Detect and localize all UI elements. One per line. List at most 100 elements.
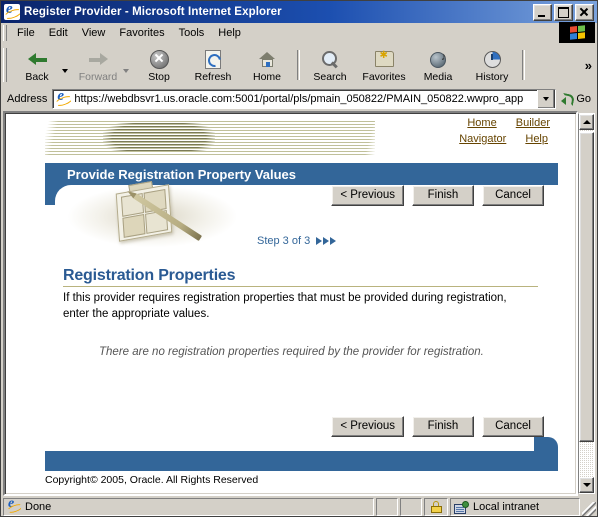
network-zone-icon (454, 500, 469, 514)
step-chevrons-icon (316, 237, 337, 245)
scroll-down-button[interactable] (579, 477, 594, 493)
back-arrow-icon (27, 49, 47, 70)
oracle-portal-page: Home Builder Navigator Help Provide Regi… (7, 115, 574, 492)
ie-icon (7, 500, 21, 514)
toolbar-grip-handle[interactable] (3, 48, 7, 82)
finish-button-top[interactable]: Finish (412, 185, 474, 206)
portal-header: Home Builder Navigator Help (45, 115, 564, 163)
refresh-button-label: Refresh (194, 70, 232, 83)
section-heading: Registration Properties (63, 267, 236, 284)
forward-button[interactable]: Forward (71, 46, 125, 85)
nav-link-help[interactable]: Help (525, 133, 548, 145)
title-bar: Register Provider - Microsoft Internet E… (1, 1, 597, 23)
ie-page-icon (55, 91, 71, 107)
menu-item-favorites[interactable]: Favorites (112, 25, 171, 41)
media-icon: ♪ (429, 49, 447, 70)
window-title: Register Provider - Microsoft Internet E… (24, 6, 282, 18)
home-icon (258, 49, 276, 70)
wizard-buttons-top: < Previous Finish Cancel (331, 185, 544, 206)
menu-item-help[interactable]: Help (211, 25, 248, 41)
toolbar-separator-end (522, 50, 525, 80)
oracle-logo (45, 121, 375, 155)
toolbar-overflow-icon[interactable]: » (582, 58, 597, 73)
cancel-button-top[interactable]: Cancel (482, 185, 544, 206)
page-viewport: Home Builder Navigator Help Provide Regi… (3, 111, 578, 496)
security-pane[interactable] (424, 498, 448, 516)
menu-item-view[interactable]: View (75, 25, 113, 41)
status-bar: Done Local intranet (1, 496, 597, 516)
wizard-header-row: < Previous Finish Cancel Step 3 of 3 (45, 180, 564, 257)
status-pane-extra (400, 498, 422, 516)
close-button[interactable] (575, 3, 594, 21)
back-button[interactable]: Back (10, 46, 64, 85)
scroll-up-button[interactable] (579, 114, 594, 130)
favorites-button[interactable]: Favorites (357, 46, 411, 85)
favorites-button-label: Favorites (362, 70, 406, 83)
address-dropdown-button[interactable] (537, 89, 556, 108)
triangle-down-icon (582, 483, 591, 487)
menu-item-tools[interactable]: Tools (172, 25, 212, 41)
forward-button-label: Forward (78, 70, 118, 83)
resize-grip[interactable] (582, 502, 596, 516)
section-description: If this provider requires registration p… (63, 292, 507, 320)
windows-flag-icon (559, 22, 595, 43)
window-controls (533, 3, 595, 21)
address-url-text: https://webdbsvr1.us.oracle.com:5001/por… (74, 92, 524, 105)
scrollbar-track[interactable] (579, 130, 594, 477)
menu-item-file[interactable]: File (10, 25, 42, 41)
refresh-button[interactable]: Refresh (186, 46, 240, 85)
page-title: Provide Registration Property Values (67, 166, 297, 182)
status-message-pane: Done (3, 498, 374, 516)
go-button[interactable]: Go (556, 92, 597, 105)
home-button-label: Home (252, 70, 281, 83)
menu-grip-handle[interactable] (3, 25, 7, 41)
media-button[interactable]: ♪ Media (411, 46, 465, 85)
status-pane-progress (376, 498, 398, 516)
previous-button-bottom[interactable]: < Previous (331, 416, 404, 437)
toolbar-separator (297, 50, 300, 80)
wizard-step-indicator: Step 3 of 3 (257, 235, 337, 247)
finish-button-bottom[interactable]: Finish (412, 416, 474, 437)
vertical-scrollbar[interactable] (578, 113, 595, 494)
forward-arrow-icon (88, 49, 108, 70)
nav-link-home[interactable]: Home (467, 117, 496, 129)
browser-window: Register Provider - Microsoft Internet E… (0, 0, 598, 517)
go-button-label: Go (576, 92, 591, 105)
search-button[interactable]: Search (303, 46, 357, 85)
previous-button-top[interactable]: < Previous (331, 185, 404, 206)
status-message: Done (25, 501, 52, 513)
chevron-down-icon (543, 96, 550, 101)
menu-bar: File Edit View Favorites Tools Help (1, 22, 597, 44)
footer-bar (45, 437, 558, 471)
history-button-label: History (475, 70, 509, 83)
address-bar: Address https://webdbsvr1.us.oracle.com:… (1, 87, 597, 111)
go-arrow-icon (561, 92, 574, 105)
section-divider (63, 286, 538, 287)
empty-state-message: There are no registration properties req… (99, 346, 484, 358)
search-button-label: Search (313, 70, 347, 83)
zone-pane[interactable]: Local intranet (450, 498, 580, 516)
browser-content-area: Home Builder Navigator Help Provide Regi… (1, 111, 597, 496)
minimize-button[interactable] (533, 3, 552, 21)
registration-properties-section: Registration Properties If this provider… (45, 257, 564, 361)
media-button-label: Media (423, 70, 453, 83)
nav-link-builder[interactable]: Builder (516, 117, 550, 129)
address-input[interactable]: https://webdbsvr1.us.oracle.com:5001/por… (52, 88, 557, 109)
forward-dropdown-icon[interactable] (123, 69, 129, 73)
search-icon (321, 49, 339, 70)
maximize-button[interactable] (554, 3, 573, 21)
wizard-illustration (65, 180, 255, 255)
history-icon (483, 49, 501, 70)
cancel-button-bottom[interactable]: Cancel (482, 416, 544, 437)
portal-nav-links: Home Builder Navigator Help (443, 115, 550, 147)
back-dropdown-icon[interactable] (62, 69, 68, 73)
menu-item-edit[interactable]: Edit (42, 25, 75, 41)
history-button[interactable]: History (465, 46, 519, 85)
stop-button-label: Stop (148, 70, 170, 83)
stop-icon (149, 49, 169, 70)
nav-link-navigator[interactable]: Navigator (459, 133, 506, 145)
scrollbar-thumb[interactable] (579, 132, 594, 442)
stop-button[interactable]: Stop (132, 46, 186, 85)
address-label: Address (7, 92, 48, 105)
home-button[interactable]: Home (240, 46, 294, 85)
